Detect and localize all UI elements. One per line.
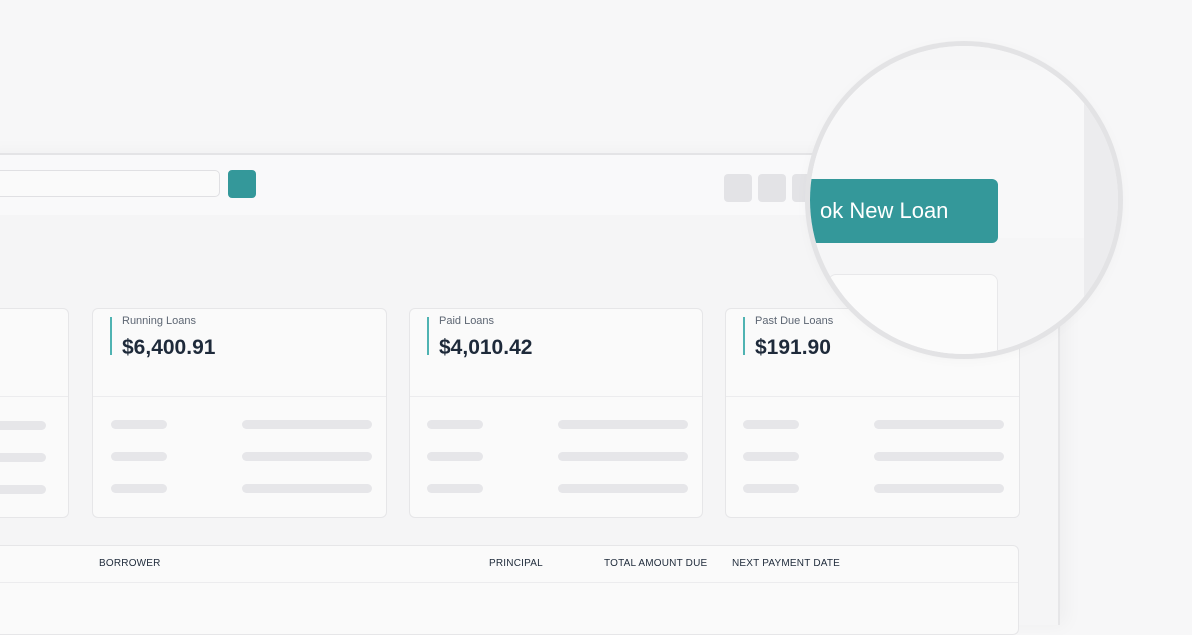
skeleton-line [874, 420, 1004, 429]
skeleton-line [0, 421, 46, 430]
skeleton-line [874, 484, 1004, 493]
toolbar-button-1[interactable] [724, 174, 752, 202]
magnified-window-edge [1084, 46, 1118, 354]
skeleton-line [0, 485, 46, 494]
skeleton-line [743, 420, 799, 429]
card-header [0, 309, 68, 397]
skeleton-line [427, 484, 483, 493]
skeleton-line [242, 452, 372, 461]
skeleton-line [874, 452, 1004, 461]
skeleton-line [111, 452, 167, 461]
stat-card-paid-loans: Paid Loans $4,010.42 [409, 308, 703, 518]
card-header: Running Loans $6,400.91 [93, 309, 386, 397]
skeleton-line [427, 420, 483, 429]
magnifier-lens: ok New Loan [810, 46, 1118, 354]
skeleton-line [427, 452, 483, 461]
book-new-loan-button[interactable]: ok New Loan [810, 179, 998, 243]
skeleton-line [111, 420, 167, 429]
column-header-next-payment-date[interactable]: NEXT PAYMENT DATE [732, 558, 840, 569]
search-button[interactable] [228, 170, 256, 198]
column-header-total-amount-due[interactable]: TOTAL AMOUNT DUE [604, 558, 707, 569]
card-header: Paid Loans $4,010.42 [410, 309, 702, 397]
skeleton-line [558, 420, 688, 429]
skeleton-line [111, 484, 167, 493]
skeleton-line [743, 452, 799, 461]
column-header-borrower[interactable]: BORROWER [99, 558, 161, 569]
search-input[interactable] [0, 170, 220, 197]
stat-card-running-loans: Running Loans $6,400.91 [92, 308, 387, 518]
card-label: Paid Loans [439, 315, 495, 327]
skeleton-line [242, 484, 372, 493]
skeleton-line [558, 484, 688, 493]
card-accent-bar [427, 317, 429, 355]
toolbar-button-2[interactable] [758, 174, 786, 202]
skeleton-line [558, 452, 688, 461]
skeleton-line [0, 453, 46, 462]
column-header-principal[interactable]: PRINCIPAL [489, 558, 543, 569]
magnified-card [828, 274, 998, 354]
card-accent-bar [110, 317, 112, 355]
card-value: $4,010.42 [439, 336, 533, 359]
skeleton-line [743, 484, 799, 493]
stat-card-partial [0, 308, 69, 518]
card-label: Running Loans [122, 315, 197, 327]
skeleton-line [242, 420, 372, 429]
card-value: $6,400.91 [122, 336, 216, 359]
card-accent-bar [743, 317, 745, 355]
table-divider [0, 582, 1018, 583]
loans-table: BORROWER PRINCIPAL TOTAL AMOUNT DUE NEXT… [0, 545, 1019, 635]
